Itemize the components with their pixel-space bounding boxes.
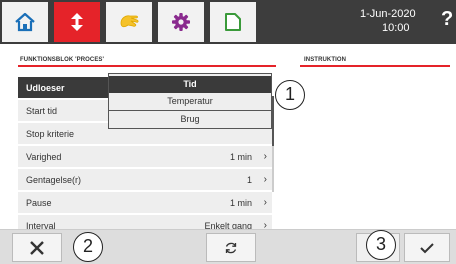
hand-icon: [120, 15, 139, 28]
confirm-button[interactable]: [404, 233, 450, 262]
chevron-right-icon: ›: [263, 174, 267, 185]
refresh-button[interactable]: [206, 233, 256, 262]
tab-settings[interactable]: [158, 2, 204, 42]
dropdown-option-tid[interactable]: Tid: [109, 76, 271, 93]
tab-home[interactable]: [2, 2, 48, 42]
screen: 1-Jun-2020 10:00 ? FUNKTIONSBLOK 'PROCES…: [0, 0, 456, 264]
list-item-pause[interactable]: Pause 1 min ›: [18, 192, 272, 213]
dropdown-option-temperatur[interactable]: Temperatur: [109, 93, 271, 110]
tab-manual[interactable]: [106, 2, 152, 42]
scrollbar-thumb[interactable]: [272, 96, 274, 146]
top-bar: 1-Jun-2020 10:00 ?: [0, 0, 456, 44]
check-icon: [420, 242, 434, 253]
row-value: 1: [246, 175, 252, 185]
tab-program[interactable]: [54, 2, 100, 42]
callout-1: 1: [275, 80, 305, 110]
trigger-dropdown: Tid Temperatur Brug: [108, 73, 272, 129]
home-icon: [15, 12, 35, 32]
left-panel-divider: [18, 65, 276, 67]
tab-documents[interactable]: [210, 2, 256, 42]
row-value: 1 min: [229, 152, 252, 162]
help-button[interactable]: ?: [441, 8, 453, 31]
row-label: Gentagelse(r): [26, 175, 82, 185]
gear-icon: [172, 13, 190, 31]
row-label: Stop kriterie: [26, 129, 75, 139]
right-panel-divider: [300, 65, 450, 67]
left-panel-title: FUNKTIONSBLOK 'PROCES': [20, 57, 105, 63]
program-arrows-icon: [71, 13, 83, 31]
right-panel-title: INSTRUKTION: [304, 57, 347, 63]
close-icon: [30, 240, 44, 255]
chevron-right-icon: ›: [263, 197, 267, 208]
list-item-varighed[interactable]: Varighed 1 min ›: [18, 146, 272, 167]
list-item-gentagelser[interactable]: Gentagelse(r) 1 ›: [18, 169, 272, 190]
callout-3: 3: [366, 230, 396, 260]
document-icon: [225, 13, 241, 31]
date-display: 1-Jun-2020: [360, 8, 416, 20]
row-label: Udloeser: [26, 83, 65, 93]
refresh-icon: [225, 242, 237, 253]
cancel-button[interactable]: [12, 233, 62, 262]
dropdown-option-brug[interactable]: Brug: [109, 110, 271, 127]
row-label: Start tid: [26, 106, 58, 116]
chevron-right-icon: ›: [263, 151, 267, 162]
callout-2: 2: [73, 232, 103, 262]
row-value: 1 min: [229, 198, 252, 208]
row-label: Pause: [26, 198, 52, 208]
row-label: Varighed: [26, 152, 62, 162]
time-display: 10:00: [382, 22, 410, 34]
